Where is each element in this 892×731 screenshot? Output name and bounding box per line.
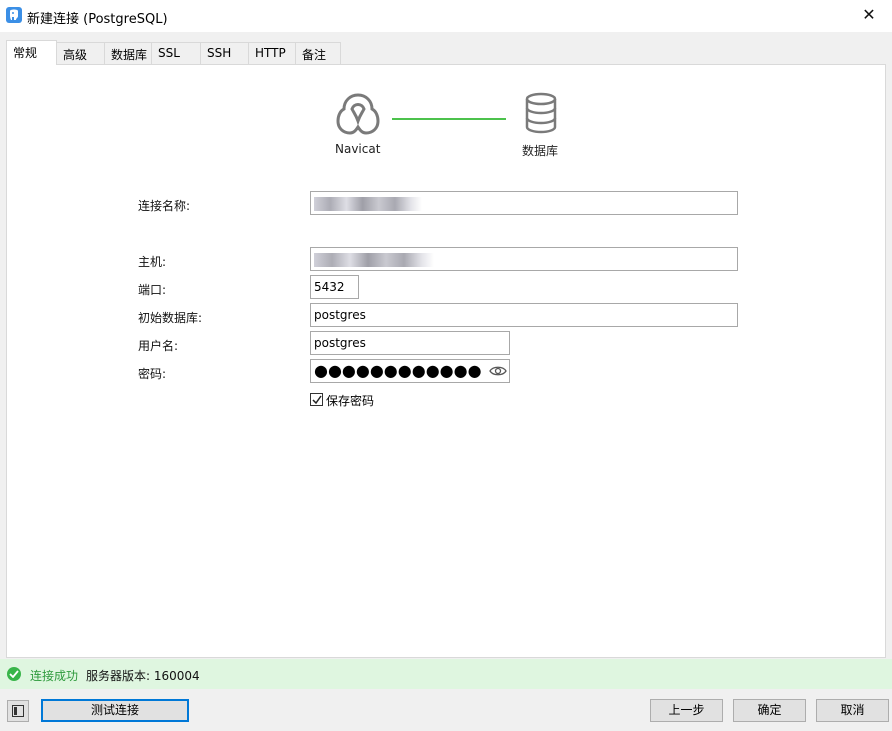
username-input[interactable]: postgres bbox=[310, 331, 510, 355]
connection-name-label: 连接名称: bbox=[138, 199, 191, 213]
connection-line bbox=[392, 118, 506, 120]
test-connection-button[interactable]: 测试连接 bbox=[41, 699, 189, 722]
general-panel: Navicat 数据库 连接名称: 主机: 端口: 5432 初始数据库: po… bbox=[6, 64, 886, 658]
postgresql-elephant-icon bbox=[6, 7, 22, 23]
status-bar: 连接成功 服务器版本: 160004 bbox=[0, 659, 892, 689]
server-version-text: 服务器版本: 160004 bbox=[86, 669, 200, 683]
host-input[interactable] bbox=[310, 247, 738, 271]
password-mask: ●●●●●●●●●●●● bbox=[314, 361, 482, 380]
tab-http[interactable]: HTTP bbox=[248, 42, 296, 64]
save-password-checkbox[interactable] bbox=[310, 393, 323, 406]
cancel-button[interactable]: 取消 bbox=[816, 699, 889, 722]
host-label: 主机: bbox=[138, 255, 167, 269]
title-bar: 新建连接 (PostgreSQL) ✕ bbox=[0, 0, 892, 32]
connection-success-text: 连接成功 bbox=[30, 669, 79, 683]
database-icon bbox=[525, 92, 557, 134]
ok-button[interactable]: 确定 bbox=[733, 699, 806, 722]
password-input[interactable]: ●●●●●●●●●●●● bbox=[310, 359, 510, 383]
initial-database-input[interactable]: postgres bbox=[310, 303, 738, 327]
redacted-value bbox=[314, 253, 434, 267]
panel-toggle-button[interactable] bbox=[7, 700, 29, 722]
checkmark-icon bbox=[312, 395, 322, 405]
close-button[interactable]: ✕ bbox=[846, 0, 892, 32]
tab-bar: 常规 高级 数据库 SSL SSH HTTP 备注 bbox=[6, 40, 886, 65]
eye-icon[interactable] bbox=[489, 364, 507, 378]
username-label: 用户名: bbox=[138, 339, 179, 353]
check-circle-icon bbox=[7, 667, 21, 681]
password-label: 密码: bbox=[138, 367, 167, 381]
save-password-label: 保存密码 bbox=[326, 394, 375, 408]
tab-notes[interactable]: 备注 bbox=[295, 42, 341, 64]
database-label: 数据库 bbox=[522, 144, 559, 158]
tab-ssh[interactable]: SSH bbox=[200, 42, 249, 64]
initial-database-label: 初始数据库: bbox=[138, 311, 203, 325]
tab-advanced[interactable]: 高级 bbox=[56, 42, 105, 64]
connection-name-input[interactable] bbox=[310, 191, 738, 215]
navicat-icon bbox=[336, 93, 380, 135]
port-input[interactable]: 5432 bbox=[310, 275, 359, 299]
tab-databases[interactable]: 数据库 bbox=[104, 42, 152, 64]
redacted-value bbox=[314, 197, 422, 211]
port-label: 端口: bbox=[138, 283, 167, 297]
sidebar-toggle-icon bbox=[12, 705, 24, 717]
previous-button[interactable]: 上一步 bbox=[650, 699, 723, 722]
navicat-label: Navicat bbox=[335, 142, 381, 156]
window-title: 新建连接 (PostgreSQL) bbox=[27, 12, 168, 27]
tab-general[interactable]: 常规 bbox=[6, 40, 57, 65]
tab-ssl[interactable]: SSL bbox=[151, 42, 201, 64]
connection-diagram: Navicat 数据库 bbox=[7, 65, 887, 175]
